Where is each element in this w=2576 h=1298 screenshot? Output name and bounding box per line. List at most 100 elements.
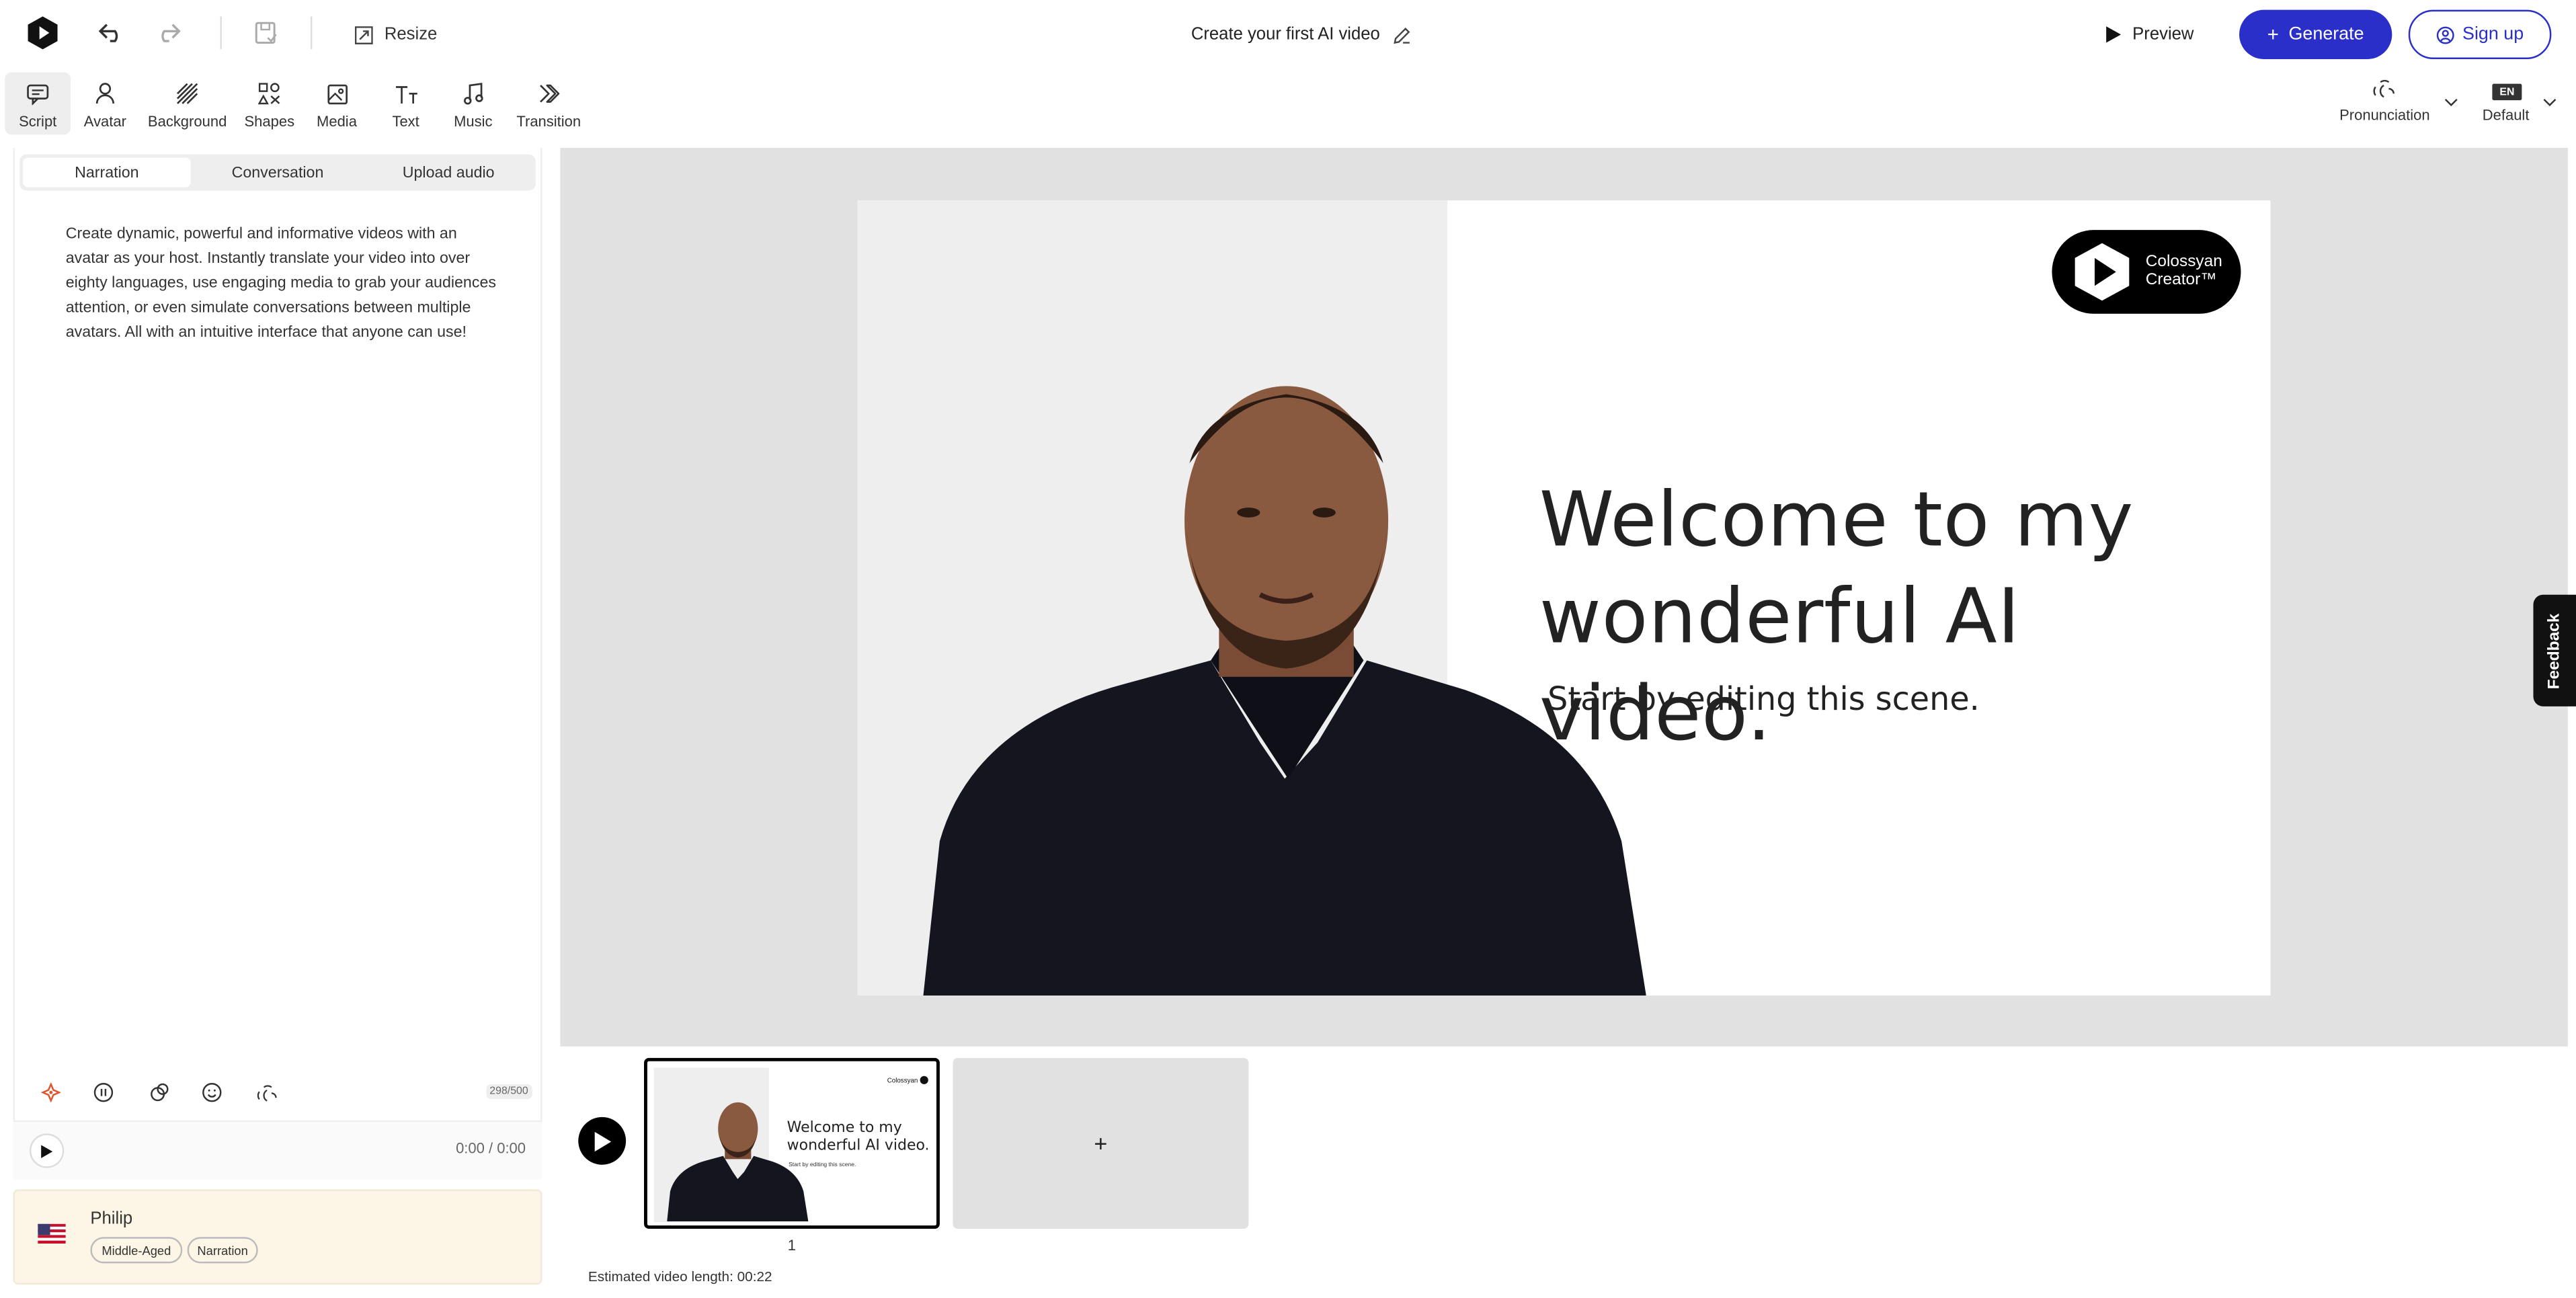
toolbar-text[interactable]: Text	[373, 73, 439, 135]
toolbar-label: Script	[19, 113, 57, 130]
tab-upload-audio[interactable]: Upload audio	[365, 158, 532, 188]
colossyan-logo[interactable]: Colossyan Creator™	[2052, 230, 2241, 314]
emoji-icon[interactable]	[200, 1081, 223, 1104]
header-divider	[310, 16, 313, 50]
chevron-down-icon	[2444, 98, 2458, 107]
script-textarea[interactable]: Create dynamic, powerful and informative…	[66, 222, 496, 346]
estimated-length: Estimated video length: 00:22	[588, 1268, 772, 1285]
audio-time: 0:00 / 0:00	[456, 1140, 526, 1157]
logo-line: Colossyan	[2145, 253, 2222, 272]
thumb-subtitle: Start by editing this scene.	[789, 1161, 856, 1168]
toolbar-script[interactable]: Script	[5, 72, 71, 135]
preview-label: Preview	[2132, 24, 2194, 44]
slide-canvas[interactable]: Welcome to my wonderful AI video. Start …	[857, 200, 2271, 996]
generate-button[interactable]: + Generate	[2239, 9, 2392, 59]
music-icon	[463, 77, 483, 110]
redo-icon[interactable]	[151, 16, 184, 49]
toolbar-label: Media	[317, 113, 357, 130]
thumb-logo: Colossyan	[887, 1076, 928, 1084]
pause-icon[interactable]	[92, 1081, 115, 1104]
project-title-text: Create your first AI video	[1191, 24, 1380, 44]
text-icon	[393, 77, 418, 110]
background-icon	[175, 77, 198, 110]
toolbar-media[interactable]: Media	[304, 73, 370, 135]
toolbar-background[interactable]: Background	[148, 73, 227, 135]
language-label: Default	[2482, 106, 2530, 124]
character-counter: 298/500	[486, 1084, 532, 1099]
toolbar-label: Shapes	[244, 113, 295, 130]
script-mode-tabs: Narration Conversation Upload audio	[19, 154, 536, 191]
feedback-tab[interactable]: Feedback	[2533, 594, 2576, 706]
shapes-icon	[257, 77, 281, 110]
play-icon	[41, 1144, 53, 1158]
timeline-play-button[interactable]	[578, 1117, 627, 1165]
header-divider	[220, 16, 222, 50]
avatar-tag: Narration	[187, 1237, 258, 1264]
toolbar-transition[interactable]: Transition	[512, 73, 585, 135]
language-badge: EN	[2492, 83, 2522, 101]
logo-text: Colossyan Creator™	[2146, 253, 2222, 289]
slide-title-line: wonderful AI video.	[1539, 571, 2021, 758]
tab-conversation[interactable]: Conversation	[194, 158, 361, 188]
slide-title[interactable]: Welcome to my wonderful AI video.	[1539, 471, 2271, 762]
edit-pencil-icon[interactable]	[1393, 26, 1411, 44]
toolbar-label: Text	[392, 113, 419, 130]
toolbar-shapes[interactable]: Shapes	[237, 73, 303, 135]
generate-label: Generate	[2288, 24, 2364, 44]
thumb-logo-icon	[919, 1076, 928, 1084]
media-icon	[326, 77, 348, 110]
avatar-name: Philip	[90, 1209, 133, 1229]
logo-line: Creator™	[2145, 271, 2217, 290]
pronunciation-icon	[2372, 79, 2395, 98]
avatar-icon	[95, 77, 115, 110]
ai-assistant-icon[interactable]	[40, 1081, 63, 1104]
avatar-card[interactable]	[13, 1189, 542, 1285]
toolbar-label: Transition	[516, 113, 581, 130]
slide-subtitle[interactable]: Start by editing this scene.	[1547, 680, 1980, 718]
thumb-title-line: wonderful AI video.	[787, 1138, 930, 1155]
preview-button[interactable]: Preview	[2106, 22, 2193, 48]
pronunciation-icon[interactable]	[255, 1081, 278, 1104]
app-logo-icon[interactable]	[25, 15, 61, 51]
undo-icon[interactable]	[95, 16, 128, 49]
us-flag-icon	[38, 1223, 66, 1244]
toolbar-music[interactable]: Music	[440, 73, 506, 135]
toolbar-label: Avatar	[83, 113, 126, 130]
project-title[interactable]: Create your first AI video	[1191, 22, 1411, 48]
pronunciation-label: Pronunciation	[2339, 106, 2430, 124]
language-dropdown[interactable]: EN Default	[2481, 82, 2563, 128]
save-icon[interactable]	[249, 16, 282, 49]
gesture-icon[interactable]	[148, 1081, 171, 1104]
toolbar-avatar[interactable]: Avatar	[73, 73, 138, 135]
chevron-down-icon	[2543, 98, 2557, 107]
audio-play-button[interactable]	[29, 1133, 65, 1168]
user-circle-icon	[2436, 26, 2454, 44]
resize-button[interactable]: Resize	[354, 22, 438, 48]
tab-narration[interactable]: Narration	[23, 157, 191, 188]
sign-up-label: Sign up	[2462, 24, 2524, 44]
add-scene-button[interactable]: +	[953, 1057, 1249, 1229]
pronunciation-dropdown[interactable]: Pronunciation	[2333, 79, 2464, 128]
script-icon	[26, 77, 49, 110]
plus-icon: +	[1094, 1130, 1108, 1157]
scene-number: 1	[787, 1237, 797, 1254]
colossyan-logo-icon	[2075, 243, 2130, 301]
resize-icon	[354, 25, 373, 44]
resize-label: Resize	[384, 24, 438, 44]
avatar-tag: Middle-Aged	[90, 1237, 183, 1264]
play-icon	[593, 1131, 612, 1151]
transition-icon	[536, 77, 561, 110]
feedback-label: Feedback	[2545, 612, 2564, 689]
sign-up-button[interactable]: Sign up	[2408, 9, 2552, 59]
thumb-avatar-figure	[667, 1102, 809, 1222]
thumb-title-line: Welcome to my	[787, 1120, 902, 1137]
play-icon	[2106, 26, 2122, 43]
toolbar-label: Background	[147, 113, 227, 130]
thumb-logo-text: Colossyan	[887, 1076, 918, 1084]
avatar-figure[interactable]	[923, 348, 1646, 996]
toolbar-label: Music	[454, 113, 493, 130]
scene-thumbnail[interactable]: Colossyan Welcome to my wonderful AI vid…	[644, 1057, 940, 1229]
slide-title-line: Welcome to my	[1539, 475, 2134, 564]
thumb-title: Welcome to my wonderful AI video.	[787, 1121, 930, 1157]
plus-icon: +	[2267, 23, 2279, 46]
